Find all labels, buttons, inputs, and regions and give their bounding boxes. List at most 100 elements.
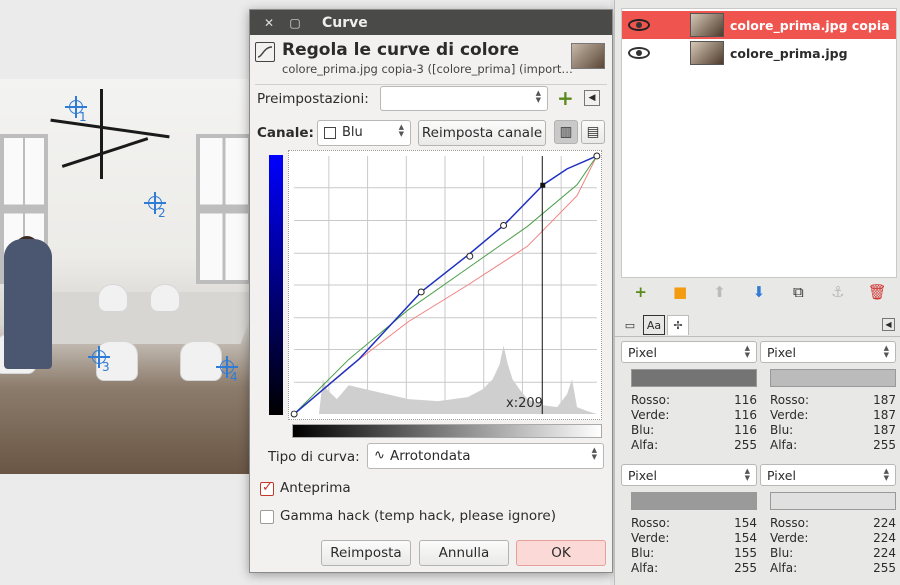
layer-row[interactable]: colore_prima.jpg: [622, 39, 896, 67]
value: 255: [734, 438, 757, 452]
output-gradient-bar: [269, 155, 283, 415]
photo: [0, 79, 250, 474]
smooth-curve-icon: ∿: [374, 448, 385, 463]
value: 116: [734, 393, 757, 407]
new-layer-icon[interactable]: +: [630, 283, 652, 301]
curve-type-combo[interactable]: ∿ Arrotondata ▲ ▼: [367, 443, 604, 469]
spin-arrows-icon: ▲ ▼: [883, 467, 889, 482]
dialog-title: Curve: [322, 14, 368, 31]
channel-values: Rosso: 187 Verde: 187 Blu: 187 Alfa: 255: [770, 393, 896, 453]
add-preset-icon[interactable]: +: [557, 88, 574, 108]
histogram-icon: [324, 127, 336, 139]
channel-label: Canale:: [257, 125, 314, 141]
value: 224: [873, 546, 896, 560]
value: 116: [734, 408, 757, 422]
spin-arrows-icon: ▲ ▼: [744, 344, 750, 359]
tab-fonts-icon[interactable]: Aa: [643, 315, 665, 335]
tab-pointer-icon[interactable]: ✢: [667, 315, 689, 335]
value: 255: [734, 561, 757, 575]
value: 154: [734, 531, 757, 545]
cursor-readout: x:209: [506, 396, 543, 411]
preview-label: Anteprima: [280, 480, 351, 496]
value-label: Blu:: [631, 546, 655, 560]
anchor-icon[interactable]: ⚓: [827, 283, 849, 301]
layer-thumbnail: [690, 41, 724, 65]
tab-display-icon[interactable]: ▭: [619, 315, 641, 335]
folder-icon[interactable]: ■: [669, 283, 691, 301]
presets-combo[interactable]: ▲ ▼: [380, 86, 548, 111]
value-label: Verde:: [631, 408, 670, 422]
eye-icon[interactable]: [628, 47, 650, 59]
value: 224: [873, 516, 896, 530]
table: [30, 292, 250, 344]
value: 187: [873, 423, 896, 437]
chair: [150, 284, 180, 312]
unit-select[interactable]: Pixel ▲ ▼: [760, 464, 896, 486]
spin-arrows-icon: ▲ ▼: [398, 123, 404, 138]
layer-row[interactable]: colore_prima.jpg copia: [622, 11, 896, 39]
sample-point-marker[interactable]: 3: [88, 346, 110, 374]
layers-list: colore_prima.jpg copia colore_prima.jpg: [621, 8, 897, 278]
preview-checkbox[interactable]: [260, 480, 274, 496]
duplicate-layer-icon[interactable]: ⧉: [787, 283, 809, 301]
channel-combo[interactable]: Blu ▲ ▼: [317, 120, 411, 146]
unit-select[interactable]: Pixel ▲ ▼: [621, 464, 757, 486]
reset-channel-button[interactable]: Reimposta canale: [418, 120, 546, 146]
value-label: Verde:: [770, 531, 809, 545]
lamp-arm: [61, 137, 149, 168]
lamp-stem: [100, 89, 103, 179]
cancel-button[interactable]: Annulla: [419, 540, 509, 566]
maximize-icon[interactable]: ▢: [286, 16, 304, 30]
reset-button[interactable]: Reimposta: [321, 540, 411, 566]
menu-icon[interactable]: ◀: [882, 318, 895, 331]
divider: [255, 84, 607, 85]
unit-value: Pixel: [628, 468, 657, 483]
close-icon[interactable]: ✕: [260, 16, 278, 30]
delete-icon[interactable]: 🗑: [866, 283, 888, 301]
curves-icon: [255, 42, 275, 62]
marker-number: 3: [102, 360, 110, 374]
curve-type-value: Arrotondata: [390, 448, 471, 464]
gamma-hack-checkbox[interactable]: [260, 510, 274, 524]
presets-label: Preimpostazioni:: [257, 91, 369, 107]
value: 154: [734, 516, 757, 530]
value: 187: [873, 408, 896, 422]
value-label: Rosso:: [631, 393, 671, 407]
sample-point-marker[interactable]: 4: [216, 356, 238, 384]
unit-select[interactable]: Pixel ▲ ▼: [760, 341, 896, 363]
ok-button[interactable]: OK: [516, 540, 606, 566]
curve-graph[interactable]: x:209: [288, 150, 602, 420]
linear-histogram-icon[interactable]: ▥: [554, 120, 578, 144]
value-label: Blu:: [770, 546, 794, 560]
marker-number: 4: [230, 370, 238, 384]
sample-point-marker[interactable]: 2: [144, 192, 166, 220]
value-label: Alfa:: [631, 561, 659, 575]
value-label: Rosso:: [770, 516, 810, 530]
raise-layer-icon[interactable]: ⬆: [709, 283, 731, 301]
channel-values: Rosso: 154 Verde: 154 Blu: 155 Alfa: 255: [631, 516, 757, 576]
color-swatch: [770, 492, 896, 510]
layer-name: colore_prima.jpg copia: [730, 17, 890, 33]
input-gradient-bar: [292, 424, 602, 438]
log-histogram-icon[interactable]: ▤: [581, 120, 605, 144]
dialog-titlebar[interactable]: ✕ ▢ Curve: [250, 10, 612, 35]
unit-value: Pixel: [767, 345, 796, 360]
unit-select[interactable]: Pixel ▲ ▼: [621, 341, 757, 363]
channel-values: Rosso: 224 Verde: 224 Blu: 224 Alfa: 255: [770, 516, 896, 576]
gamma-hack-label: Gamma hack (temp hack, please ignore): [280, 508, 556, 524]
unit-value: Pixel: [767, 468, 796, 483]
chair: [180, 341, 222, 381]
value: 224: [873, 531, 896, 545]
color-swatch: [631, 369, 757, 387]
marker-number: 1: [79, 110, 87, 124]
curve-type-label: Tipo di curva:: [268, 449, 360, 465]
dialog-header: Regola le curve di colore colore_prima.j…: [255, 40, 605, 80]
menu-icon[interactable]: ◀: [584, 90, 600, 106]
sample-point-marker[interactable]: 1: [65, 96, 87, 124]
channel-value: Blu: [342, 125, 363, 140]
window-right: [196, 134, 250, 284]
curves-dialog: ✕ ▢ Curve Regola le curve di colore colo…: [249, 9, 613, 573]
eye-icon[interactable]: [628, 19, 650, 31]
dialog-heading: Regola le curve di colore: [282, 40, 520, 60]
lower-layer-icon[interactable]: ⬇: [748, 283, 770, 301]
